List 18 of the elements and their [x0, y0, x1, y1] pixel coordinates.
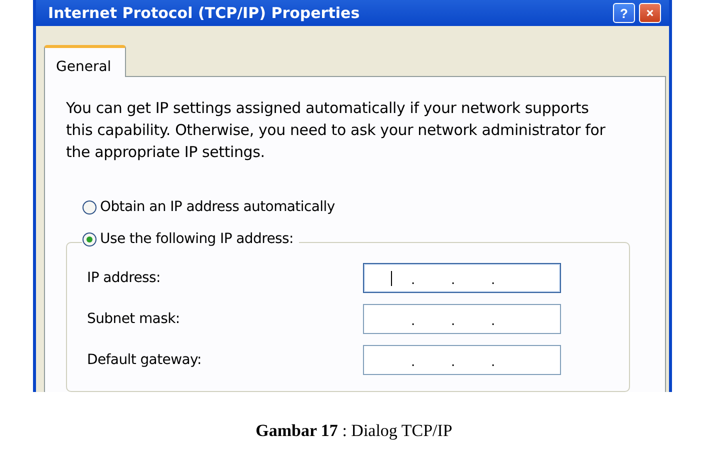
figure-caption: Gambar 17 : Dialog TCP/IP — [256, 421, 452, 441]
close-icon — [646, 7, 654, 19]
radio-label: Obtain an IP address automatically — [100, 199, 335, 215]
radio-button[interactable] — [82, 200, 97, 214]
window-title: Internet Protocol (TCP/IP) Properties — [48, 4, 361, 22]
tab[interactable]: General — [44, 45, 126, 77]
field-label: IP address: — [87, 270, 162, 286]
description-text: You can get IP settings assigned automatically if your network supports this capability. Otherwise, you need to ask your network administrator for the appropriate IP settings. — [66, 98, 606, 163]
radio-button[interactable] — [82, 232, 97, 246]
close-button[interactable] — [639, 3, 661, 23]
field-label: Subnet mask: — [87, 311, 181, 327]
text-cursor — [391, 271, 392, 286]
radio-label: Use the following IP address: — [100, 231, 294, 247]
help-button[interactable]: ? — [613, 3, 635, 23]
ip-address-field[interactable]: . . . — [363, 345, 561, 375]
ip-address-field[interactable]: . . . — [363, 263, 561, 293]
field-label: Default gateway: — [87, 352, 202, 368]
ip-address-field[interactable]: . . . — [363, 304, 561, 334]
